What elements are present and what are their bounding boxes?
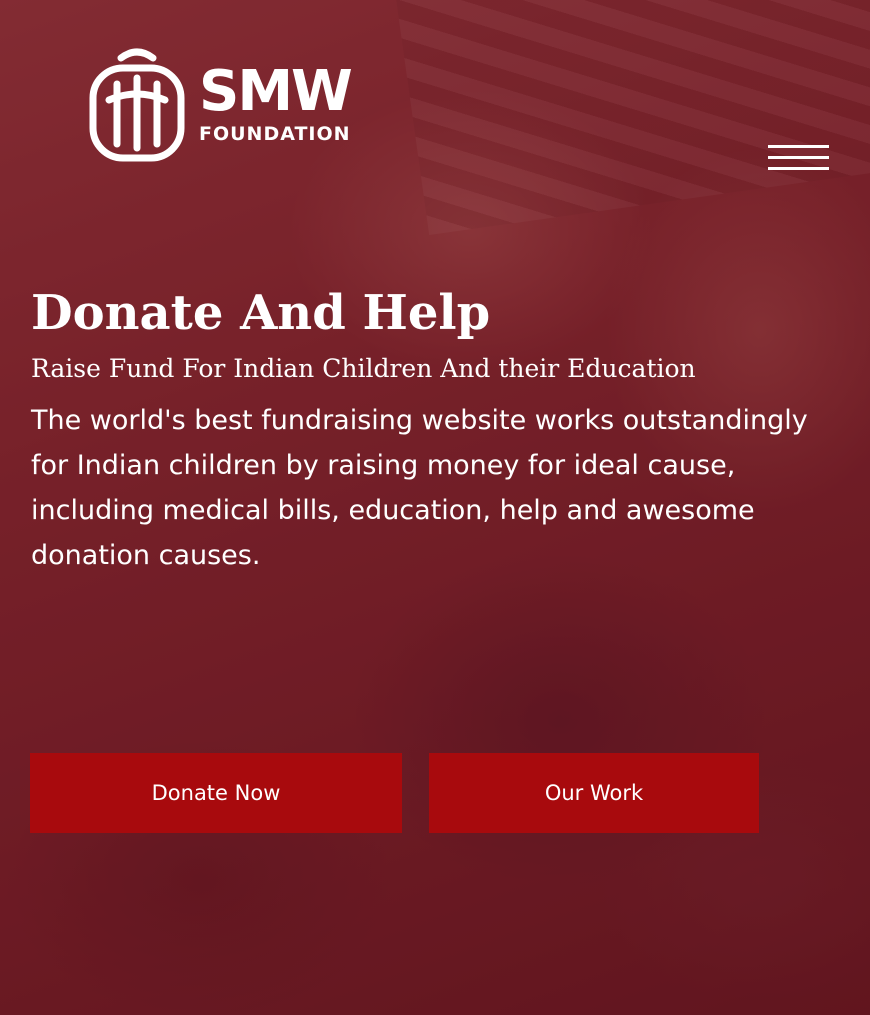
hero-description: The world's best fundraising website wor… (31, 405, 808, 571)
site-logo[interactable]: SMW FOUNDATION (87, 44, 353, 166)
hero-headline: Donate And Help (31, 285, 491, 341)
hero-section: SMW FOUNDATION Donate And Help Raise Fun… (0, 0, 870, 1015)
foundation-logo-icon (89, 48, 185, 162)
our-work-button[interactable]: Our Work (429, 753, 759, 833)
hero-subheadline: Raise Fund For Indian Children And their… (31, 354, 696, 383)
donate-now-button[interactable]: Donate Now (30, 753, 402, 833)
logo-wordmark: SMW FOUNDATION (199, 59, 353, 146)
logo-subtitle: FOUNDATION (199, 123, 351, 145)
hamburger-menu-icon[interactable] (768, 145, 829, 173)
hero-content: Donate And Help Raise Fund For Indian Ch… (31, 280, 851, 578)
logo-title: SMW (199, 59, 353, 124)
